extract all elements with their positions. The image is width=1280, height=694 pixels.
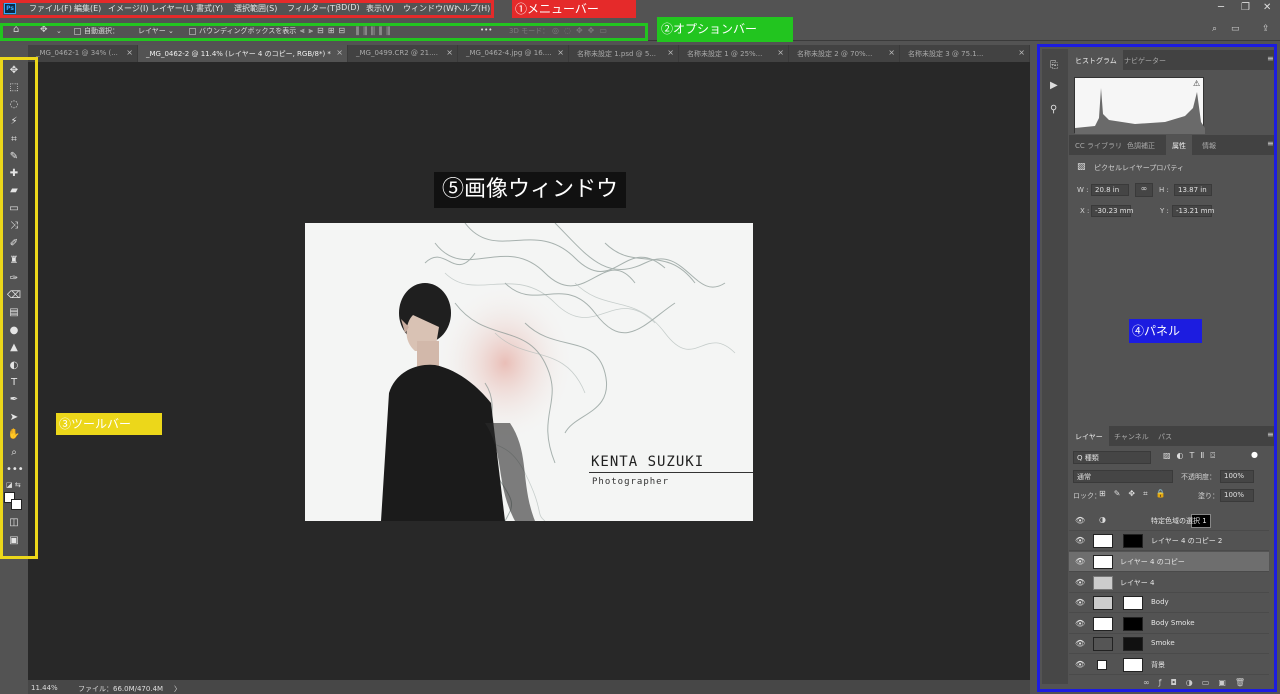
tab-label: _MG_0462-1 @ 34% (... (36, 49, 118, 57)
tab-doc-1[interactable]: _MG_0462-1 @ 34% (... × (28, 45, 138, 62)
tab-label: 名称未設定 3 @ 75.1... (908, 50, 984, 58)
tab-label: _MG_0462-2 @ 11.4% (レイヤー 4 のコピー, RGB/8*)… (146, 50, 331, 58)
option-bar-highlight (0, 23, 648, 41)
toolbar-annotation: ③ツールバー (56, 413, 162, 435)
tab-doc-7[interactable]: 名称未設定 2 @ 70%... × (789, 45, 900, 62)
close-icon[interactable]: × (126, 48, 133, 57)
close-icon[interactable]: × (557, 48, 564, 57)
tab-doc-4[interactable]: _MG_0462-4.jpg @ 16.... × (458, 45, 569, 62)
tab-label: 名称未設定 1.psd @ 5... (577, 50, 657, 58)
tab-label: _MG_0499.CR2 @ 21.... (356, 49, 438, 57)
document-image[interactable] (305, 223, 753, 521)
panel-highlight (1037, 44, 1277, 692)
portrait-smoke-graphic (381, 223, 736, 521)
file-size: ファイル：66.0M/470.4M (78, 685, 164, 693)
restore-button[interactable]: ❐ (1241, 2, 1250, 13)
tab-doc-3[interactable]: _MG_0499.CR2 @ 21.... × (348, 45, 458, 62)
tab-doc-5[interactable]: 名称未設定 1.psd @ 5... × (569, 45, 679, 62)
toolbar-highlight (0, 57, 38, 559)
tab-label: 名称未設定 2 @ 70%... (797, 50, 873, 58)
menu-bar-annotation: ①メニューバー (512, 0, 636, 18)
close-window-button[interactable]: ✕ (1263, 2, 1271, 13)
option-bar-annotation: ②オプションバー (657, 17, 793, 42)
panel-annotation: ④パネル (1129, 319, 1202, 343)
tab-label: _MG_0462-4.jpg @ 16.... (466, 49, 552, 57)
close-icon[interactable]: × (1018, 48, 1025, 57)
tab-doc-8[interactable]: 名称未設定 3 @ 75.1... × (900, 45, 1030, 62)
photo-caption-name: KENTA SUZUKI (591, 454, 705, 470)
zoom-level[interactable]: 11.44% (31, 684, 58, 692)
tab-label: 名称未設定 1 @ 25%... (687, 50, 763, 58)
close-icon[interactable]: × (777, 48, 784, 57)
minimize-button[interactable]: ─ (1218, 2, 1224, 13)
tab-doc-2[interactable]: _MG_0462-2 @ 11.4% (レイヤー 4 のコピー, RGB/8*)… (138, 45, 348, 62)
status-menu-arrow[interactable]: 〉 (174, 684, 181, 694)
photo-caption-role: Photographer (592, 477, 670, 487)
close-icon[interactable]: × (446, 48, 453, 57)
close-icon[interactable]: × (336, 48, 343, 57)
photo-caption-divider (589, 472, 753, 473)
workspace-icon[interactable]: ▭ (1231, 24, 1240, 34)
close-icon[interactable]: × (888, 48, 895, 57)
menu-bar-highlight (0, 0, 494, 18)
share-icon[interactable]: ⇪ (1262, 24, 1270, 34)
close-icon[interactable]: × (667, 48, 674, 57)
image-window-annotation: ⑤画像ウィンドウ (434, 172, 626, 208)
tab-doc-6[interactable]: 名称未設定 1 @ 25%... × (679, 45, 789, 62)
search-icon[interactable]: ⌕ (1212, 24, 1217, 34)
